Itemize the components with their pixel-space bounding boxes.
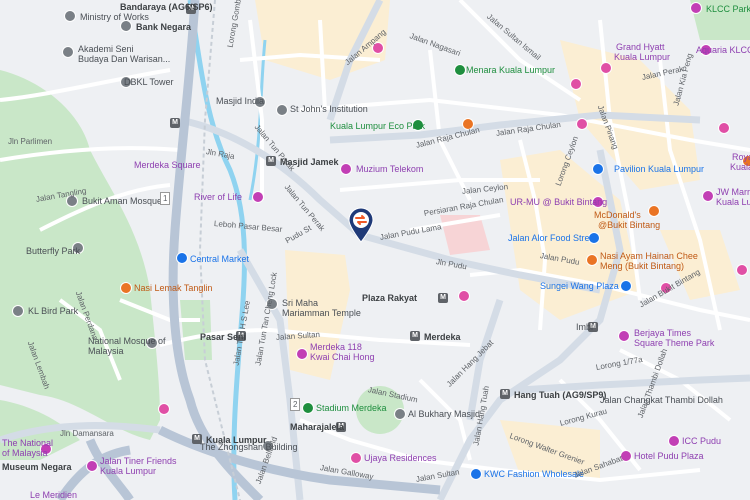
muzium-telekom-icon[interactable] — [340, 163, 352, 175]
label-kl-eco-park: Kuala Lumpur Eco Park — [330, 121, 426, 131]
nasi-lemak-tanglin-icon[interactable] — [120, 282, 132, 294]
label-icc-pudu: ICC Pudu — [682, 436, 722, 446]
klcc-park-icon[interactable] — [690, 2, 702, 14]
jalan-tiner-friends-icon[interactable] — [86, 460, 98, 472]
jw-marriott-icon[interactable] — [702, 190, 714, 202]
kl-bird-park-icon[interactable] — [12, 305, 24, 317]
label-kl-bird-park: KL Bird Park — [28, 306, 79, 316]
label-central-market: Central Market — [190, 254, 250, 264]
label-aquaria: Aquaria KLCC — [696, 45, 750, 55]
kwc-fashion-icon[interactable] — [470, 468, 482, 480]
label-st-johns: St John's Institution — [290, 104, 368, 114]
label-budaya: Budaya Dan Warisan... — [78, 54, 171, 64]
label-museum-negara: Museum Negara — [2, 462, 72, 472]
label-al-bukhary: Al Bukhary Masjid — [408, 409, 481, 419]
location-pin-icon[interactable] — [346, 207, 376, 243]
label-berjaya-times-2: Square Theme Park — [634, 338, 715, 348]
metro-merdeka-icon[interactable]: M — [410, 331, 420, 341]
label-river-of-life: River of Life — [194, 192, 243, 202]
label-menara-kl: Menara Kuala Lumpur — [466, 65, 556, 75]
label-nasi-lemak: Nasi Lemak Tanglin — [134, 283, 213, 293]
mcdonalds-icon[interactable] — [648, 205, 660, 217]
label-merdeka-square: Merdeka Square — [134, 160, 201, 170]
label-bukit-aman: Bukit Aman Mosque — [82, 196, 163, 206]
akademi-seni-icon[interactable] — [62, 46, 74, 58]
berjaya-times-icon[interactable] — [618, 330, 630, 342]
swap-arrows-icon — [348, 207, 374, 243]
merdeka-118-icon[interactable] — [296, 348, 308, 360]
label-imbi: Imbi — [576, 322, 594, 332]
river-of-life-icon[interactable] — [252, 191, 264, 203]
label-klcc-park: KLCC Park — [706, 4, 750, 14]
label-stadium-merdeka: Stadium Merdeka — [316, 403, 387, 413]
label-pavilion: Pavilion Kuala Lumpur — [614, 164, 705, 174]
menara-kl-icon[interactable] — [454, 64, 466, 76]
label-bank-negara: Bank Negara — [136, 22, 192, 32]
hotel-marker-3-icon[interactable] — [600, 62, 612, 74]
hotel-marker-2-icon[interactable] — [570, 78, 582, 90]
route-number-1: 1 — [160, 192, 171, 205]
map-canvas[interactable]: M M M M M M M M M M Bandaraya (AG6/SP6) … — [0, 0, 750, 500]
central-market-icon[interactable] — [176, 252, 188, 264]
label-masjid-india: Masjid India — [216, 96, 265, 106]
label-royale-2: Kuala Lumpur — [730, 162, 750, 172]
hotel-marker-6-icon[interactable] — [158, 403, 170, 415]
label-tiner-friends-2: Kuala Lumpur — [100, 466, 157, 476]
hotel-marker-4-icon[interactable] — [576, 118, 588, 130]
label-changkat-thambi: Jalan Changkat Thambi Dollah — [600, 395, 723, 405]
nasi-ayam-icon[interactable] — [586, 254, 598, 266]
label-hotel-pudu-plaza: Hotel Pudu Plaza — [634, 451, 704, 461]
label-plaza-rakyat: Plaza Rakyat — [362, 293, 418, 303]
label-jln-damansara: Jln Damansara — [60, 429, 114, 438]
sungei-wang-icon[interactable] — [620, 280, 632, 292]
label-national-museum-2: of Malaysia — [2, 448, 48, 458]
icc-pudu-icon[interactable] — [668, 435, 680, 447]
st-johns-institution-icon[interactable] — [276, 104, 288, 116]
metro-plaza-rakyat-icon[interactable]: M — [438, 293, 448, 303]
metro-hang-tuah-icon[interactable]: M — [500, 389, 510, 399]
label-maharajalela: Maharajalela — [290, 422, 345, 432]
label-kwc-fashion: KWC Fashion Wholesale — [484, 469, 585, 479]
hotel-marker-7-icon[interactable] — [718, 122, 730, 134]
label-butterfly-park: Butterfly Park — [26, 246, 81, 256]
map-base-layer — [0, 0, 750, 500]
label-merdeka: Merdeka — [424, 332, 461, 342]
label-jalan-alor: Jalan Alor Food Street — [508, 233, 598, 243]
stadium-merdeka-icon[interactable] — [302, 402, 314, 414]
label-zhongshan: The Zhongshan Building — [200, 442, 298, 452]
label-national-mosque-2: Malaysia — [88, 346, 124, 356]
label-le-meridien: Le Meridien — [30, 490, 78, 500]
label-ujaya: Ujaya Residences — [364, 453, 437, 463]
label-nasi-ayam-2: Meng (Bukit Bintang) — [600, 261, 685, 271]
label-muzium-telekom: Muzium Telekom — [356, 164, 424, 174]
label-jln-parlimen: Jln Parlimen — [8, 137, 53, 146]
hotel-marker-5-icon[interactable] — [458, 290, 470, 302]
al-bukhary-icon[interactable] — [394, 408, 406, 420]
ministry-of-works-icon[interactable] — [64, 10, 76, 22]
label-jw-marriott-2: Kuala Lumpur — [716, 197, 750, 207]
label-sungei-wang: Sungei Wang Plaza — [540, 281, 619, 291]
label-kwai-chai-hong: Kwai Chai Hong — [310, 352, 375, 362]
metro-masjid-jamek-icon[interactable]: M — [266, 156, 276, 166]
route-number-2: 2 — [290, 398, 301, 411]
pavilion-icon[interactable] — [592, 163, 604, 175]
label-grand-hyatt-2: Kuala Lumpur — [614, 52, 671, 62]
label-mcdonalds-2: @Bukit Bintang — [598, 220, 661, 230]
label-mariamman: Mariamman Temple — [282, 308, 361, 318]
hotel-marker-9-icon[interactable] — [736, 264, 748, 276]
label-hang-tuah: Hang Tuah (AG9/SP9) — [514, 390, 607, 400]
label-ur-mu: UR-MU @ Bukit Bintang — [510, 197, 608, 207]
ujaya-residences-icon[interactable] — [350, 452, 362, 464]
metro-station-icon[interactable]: M — [170, 118, 180, 128]
label-dbkl-tower: DBKL Tower — [124, 77, 174, 87]
